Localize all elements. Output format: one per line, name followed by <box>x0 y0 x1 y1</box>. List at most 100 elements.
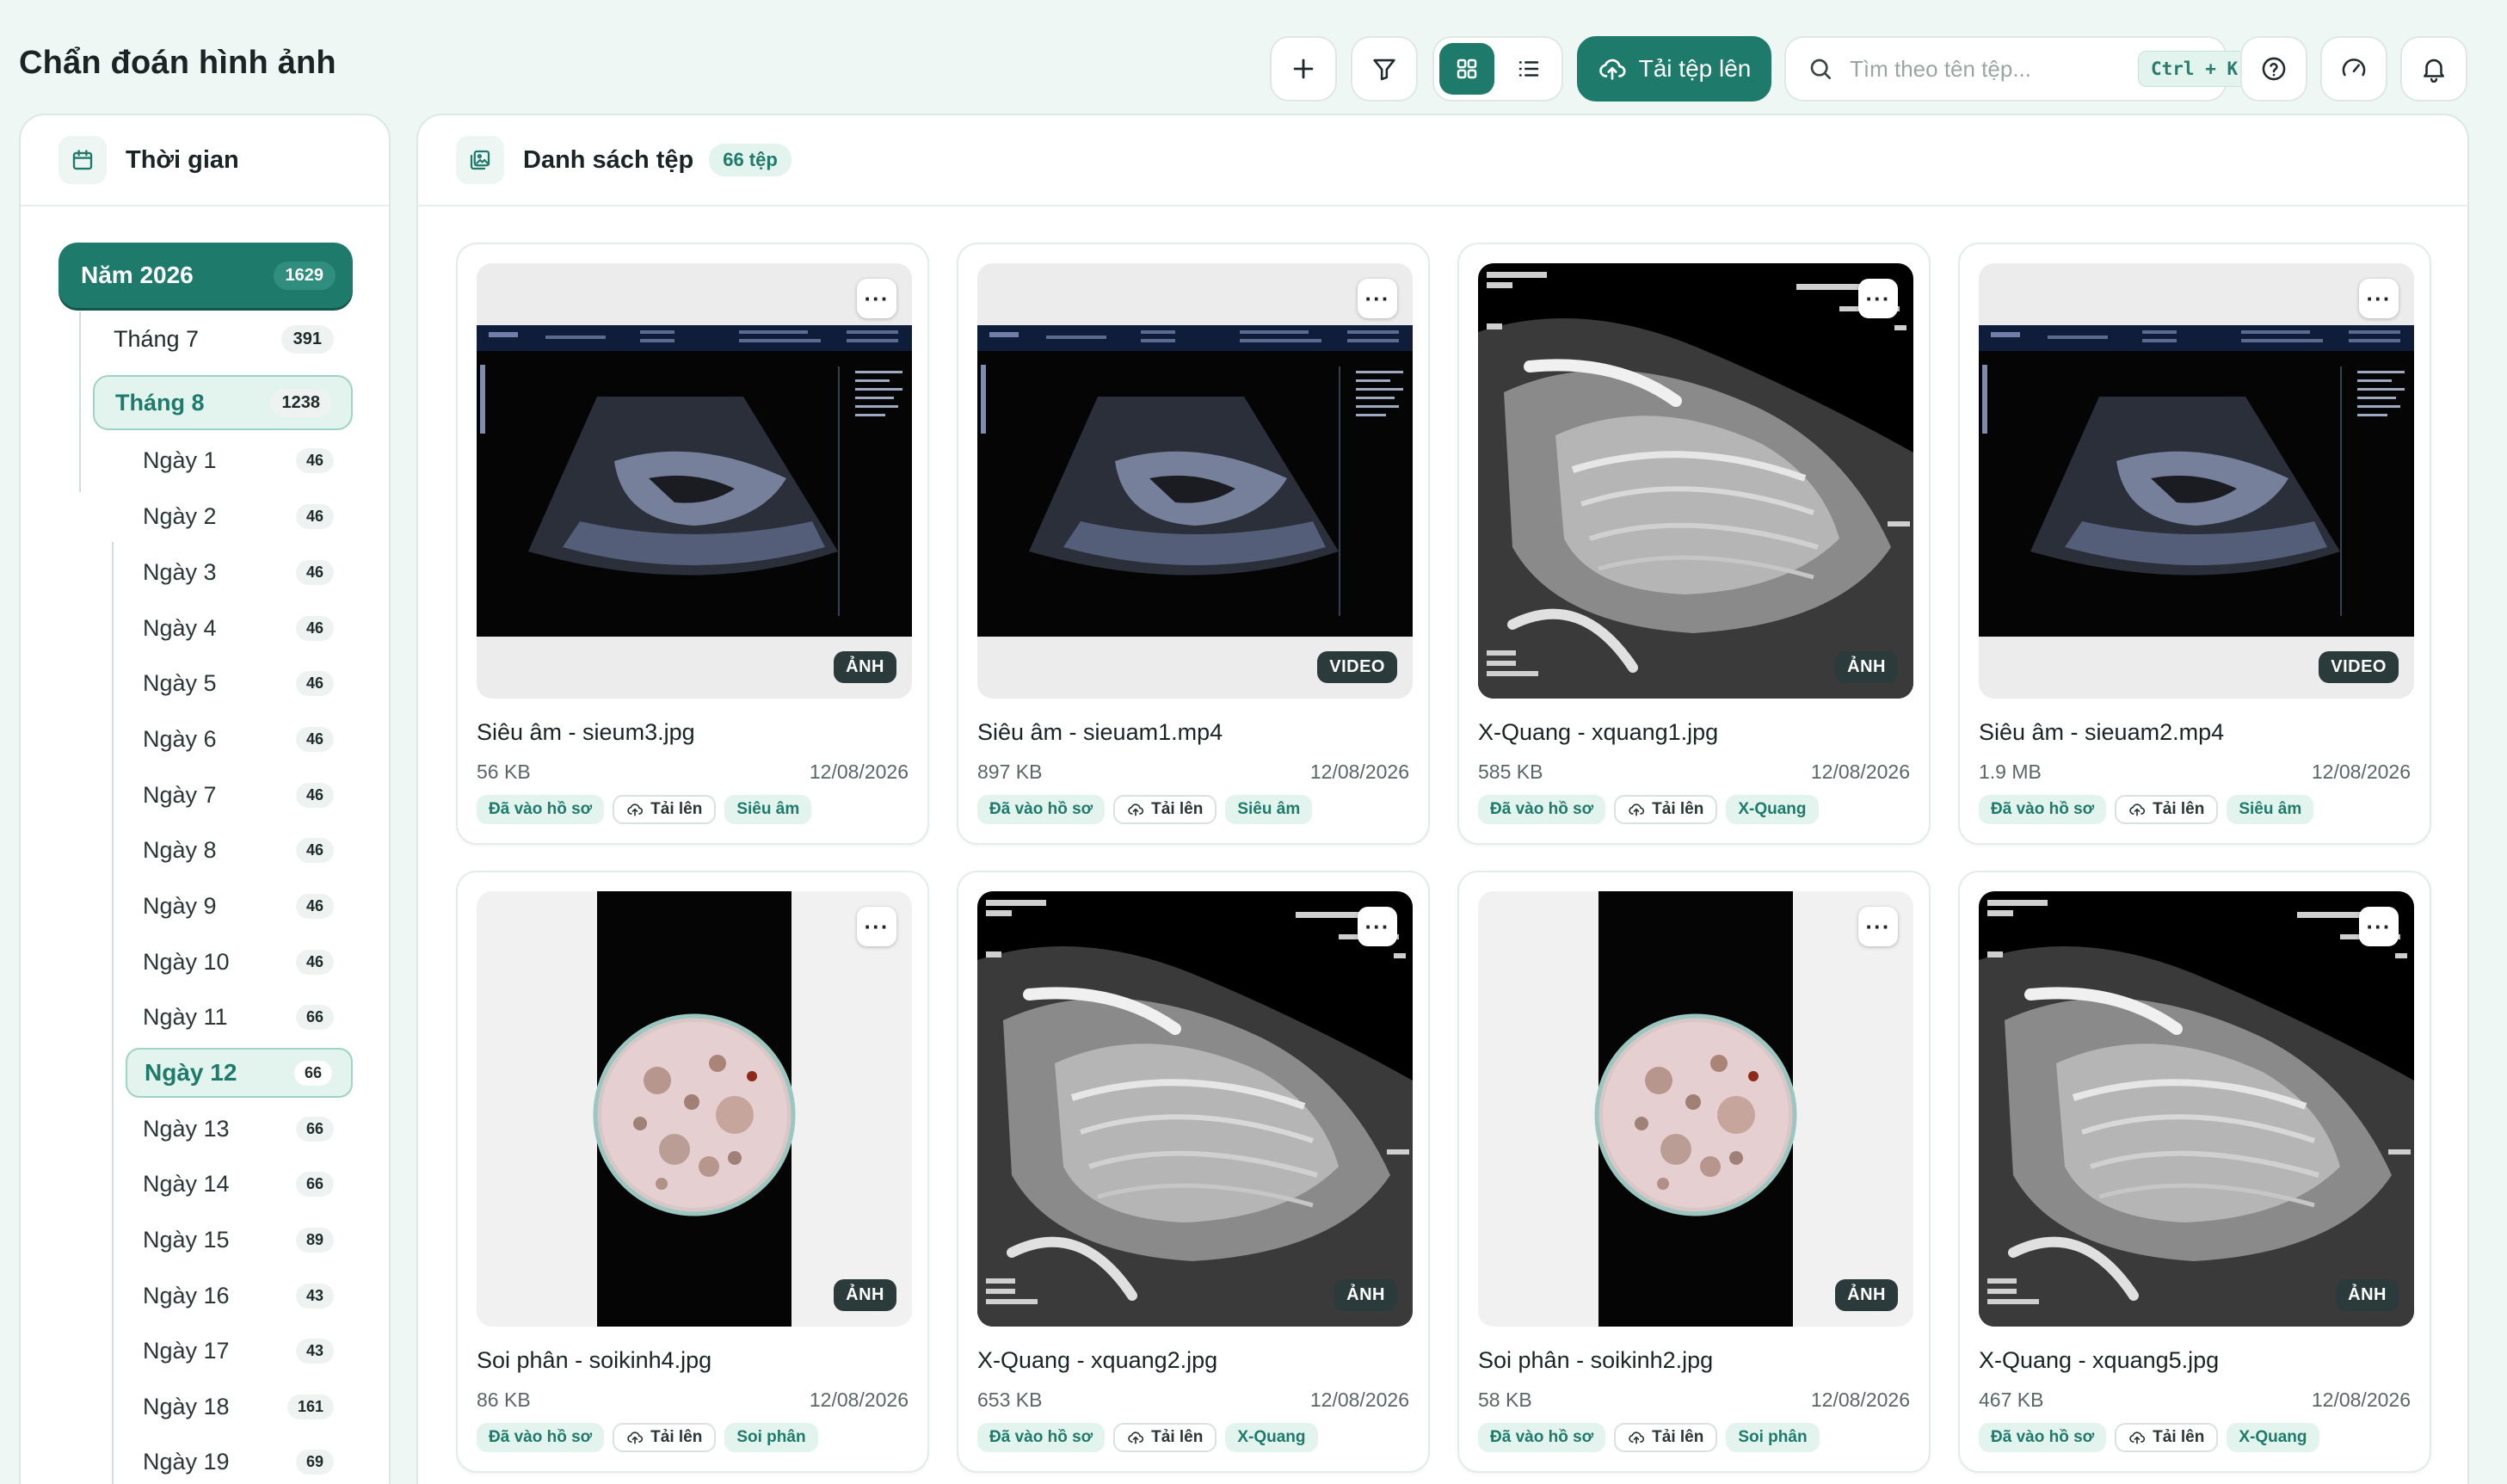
sidebar-day-11[interactable]: Ngày 11 66 <box>126 992 353 1042</box>
add-button[interactable] <box>1270 36 1337 102</box>
sidebar-day-7[interactable]: Ngày 7 46 <box>126 770 353 820</box>
more-options-button[interactable]: ··· <box>1858 907 1898 946</box>
file-tags: Đã vào hồ sơ Tải lên Siêu âm <box>977 795 1313 824</box>
file-name[interactable]: Siêu âm - sieuam1.mp4 <box>977 719 1223 746</box>
more-options-button[interactable]: ··· <box>1358 907 1397 946</box>
day-count-badge: 46 <box>295 503 334 529</box>
file-thumbnail[interactable]: ··· ẢNH <box>477 263 912 699</box>
file-card[interactable]: ··· ẢNH Siêu âm - sieum3.jpg 56 KB 12/08/202… <box>456 243 929 845</box>
sidebar-day-18[interactable]: Ngày 18 161 <box>126 1382 353 1432</box>
upload-badge: Tải lên <box>1614 795 1718 824</box>
file-card[interactable]: ··· ẢNH Soi phân - soikinh2.jpg 58 KB 12/08/… <box>1457 871 1931 1473</box>
file-name[interactable]: Siêu âm - sieum3.jpg <box>477 719 695 746</box>
sidebar-day-5[interactable]: Ngày 5 46 <box>126 658 353 708</box>
file-card[interactable]: ··· ẢNH X-Quang - xquang5.jpg 467 KB 12/08/2… <box>1958 871 2431 1473</box>
sidebar-day-3[interactable]: Ngày 3 46 <box>126 547 353 597</box>
day-count-badge: 66 <box>295 1171 334 1197</box>
sidebar-day-19[interactable]: Ngày 19 69 <box>126 1437 353 1484</box>
file-tags: Đã vào hồ sơ Tải lên X-Quang <box>1979 1423 2319 1452</box>
file-card[interactable]: ··· ẢNH Soi phân - soikinh4.jpg 86 KB 12/08/… <box>456 871 929 1473</box>
sidebar-day-1[interactable]: Ngày 1 46 <box>126 435 353 485</box>
file-thumbnail[interactable]: ··· ẢNH <box>1478 891 1913 1327</box>
sidebar-month-8[interactable]: Tháng 8 1238 <box>93 375 353 430</box>
day-count-badge: 43 <box>295 1283 334 1309</box>
sidebar-month-7[interactable]: Tháng 7 391 <box>93 311 353 366</box>
upload-button[interactable]: Tải tệp lên <box>1577 36 1771 102</box>
sidebar-day-15[interactable]: Ngày 15 89 <box>126 1215 353 1265</box>
day-label: Ngày 8 <box>143 836 217 863</box>
file-meta: 897 KB 12/08/2026 <box>977 760 1409 784</box>
day-label: Ngày 9 <box>143 892 217 919</box>
cloud-upload-icon <box>1598 58 1626 80</box>
sidebar-day-16[interactable]: Ngày 16 43 <box>126 1271 353 1321</box>
upload-badge: Tải lên <box>2115 1423 2219 1452</box>
file-thumbnail[interactable]: ··· VIDEO <box>1979 263 2414 699</box>
upload-badge: Tải lên <box>613 795 717 824</box>
file-size: 56 KB <box>477 760 531 783</box>
day-count-badge: 66 <box>293 1060 332 1086</box>
file-thumbnail[interactable]: ··· ẢNH <box>1979 891 2414 1327</box>
file-name[interactable]: Siêu âm - sieuam2.mp4 <box>1979 719 2224 746</box>
notifications-button[interactable] <box>2400 36 2467 102</box>
file-name[interactable]: Soi phân - soikinh2.jpg <box>1478 1347 1713 1374</box>
day-count-badge: 46 <box>295 559 334 585</box>
sidebar-day-17[interactable]: Ngày 17 43 <box>126 1326 353 1376</box>
file-name[interactable]: Soi phân - soikinh4.jpg <box>477 1347 711 1374</box>
file-meta: 86 KB 12/08/2026 <box>477 1389 909 1412</box>
more-options-button[interactable]: ··· <box>857 907 896 946</box>
file-type-badge: ẢNH <box>2336 1279 2399 1311</box>
file-thumbnail[interactable]: ··· VIDEO <box>977 263 1413 699</box>
sidebar-day-8[interactable]: Ngày 8 46 <box>126 825 353 875</box>
file-size: 1.9 MB <box>1979 760 2042 783</box>
file-name[interactable]: X-Quang - xquang2.jpg <box>977 1347 1217 1374</box>
sidebar-day-14[interactable]: Ngày 14 66 <box>126 1159 353 1209</box>
more-options-button[interactable]: ··· <box>2359 907 2399 946</box>
search-box[interactable]: Ctrl + K <box>1784 36 2251 102</box>
view-toggle <box>1432 36 1563 102</box>
ellipsis-icon: ··· <box>864 286 890 311</box>
list-view-button[interactable] <box>1501 43 1556 95</box>
day-count-badge: 66 <box>295 1116 334 1142</box>
file-card[interactable]: ··· ẢNH X-Quang - xquang2.jpg 653 KB 12/08/2… <box>957 871 1430 1473</box>
more-options-button[interactable]: ··· <box>857 279 896 318</box>
grid-view-button[interactable] <box>1439 43 1494 95</box>
file-thumbnail[interactable]: ··· ẢNH <box>477 891 912 1327</box>
file-size: 585 KB <box>1478 760 1543 783</box>
file-thumbnail[interactable]: ··· ẢNH <box>1478 263 1913 699</box>
more-options-button[interactable]: ··· <box>1358 279 1397 318</box>
help-button[interactable] <box>2240 36 2307 102</box>
cloud-upload-icon <box>2129 804 2146 816</box>
year-count-badge: 1629 <box>273 261 336 290</box>
month-label: Tháng 7 <box>114 325 200 352</box>
file-meta: 56 KB 12/08/2026 <box>477 760 909 784</box>
upload-badge-label: Tải lên <box>1652 800 1704 818</box>
sidebar-year-2026[interactable]: Năm 2026 1629 <box>59 243 353 308</box>
dashboard-button[interactable] <box>2320 36 2387 102</box>
day-label: Ngày 14 <box>143 1170 230 1197</box>
sidebar-day-6[interactable]: Ngày 6 46 <box>126 714 353 764</box>
day-label: Ngày 5 <box>143 669 217 696</box>
sidebar-day-13[interactable]: Ngày 13 66 <box>126 1104 353 1154</box>
file-card[interactable]: ··· VIDEO Siêu âm - sieuam2.mp4 1.9 MB 12/08… <box>1958 243 2431 845</box>
file-name[interactable]: X-Quang - xquang1.jpg <box>1478 719 1718 746</box>
sidebar-day-10[interactable]: Ngày 10 46 <box>126 937 353 987</box>
file-date: 12/08/2026 <box>809 1389 909 1411</box>
sidebar-day-2[interactable]: Ngày 2 46 <box>126 491 353 541</box>
day-label: Ngày 13 <box>143 1115 230 1142</box>
page-title: Chẩn đoán hình ảnh <box>19 45 336 81</box>
time-sidebar: Thời gian Năm 2026 1629 Tháng 7 391 Thán… <box>19 114 391 1484</box>
file-name[interactable]: X-Quang - xquang5.jpg <box>1979 1347 2219 1374</box>
day-count-badge: 46 <box>295 447 334 473</box>
file-card[interactable]: ··· VIDEO Siêu âm - sieuam1.mp4 897 KB 12/08… <box>957 243 1430 845</box>
file-thumbnail[interactable]: ··· ẢNH <box>977 891 1413 1327</box>
sidebar-day-4[interactable]: Ngày 4 46 <box>126 603 353 653</box>
more-options-button[interactable]: ··· <box>1858 279 1898 318</box>
sidebar-day-12[interactable]: Ngày 12 66 <box>126 1048 353 1098</box>
filter-button[interactable] <box>1351 36 1418 102</box>
file-card[interactable]: ··· ẢNH X-Quang - xquang1.jpg 585 KB 12/08/2… <box>1457 243 1931 845</box>
more-options-button[interactable]: ··· <box>2359 279 2399 318</box>
sidebar-day-9[interactable]: Ngày 9 46 <box>126 881 353 931</box>
search-input[interactable] <box>1850 55 2138 83</box>
file-type-badge: ẢNH <box>834 651 896 683</box>
status-badge: Đã vào hồ sơ <box>1478 795 1606 824</box>
